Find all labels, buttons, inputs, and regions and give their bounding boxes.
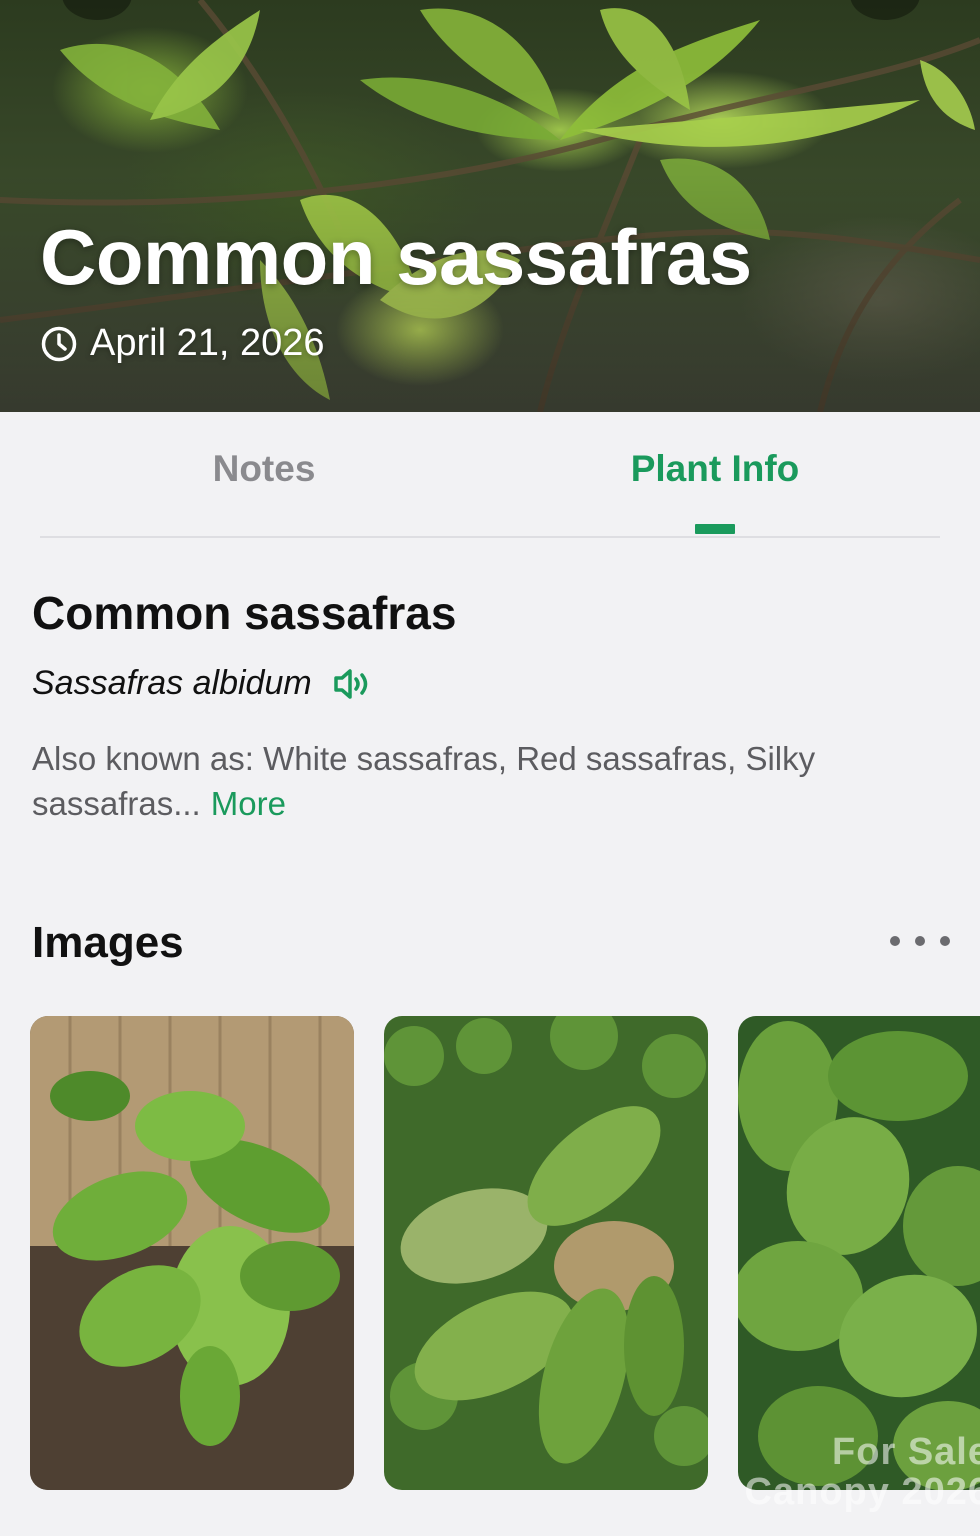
tab-notes[interactable]: Notes — [39, 448, 489, 490]
sassafras-branch-photo — [738, 1016, 980, 1490]
tab-bar: Notes Plant Info — [40, 412, 940, 538]
clock-icon — [41, 326, 77, 361]
scientific-name-row: Sassafras albidum — [32, 664, 372, 703]
plant-common-name: Common sassafras — [32, 587, 457, 639]
plant-image-thumbnail[interactable] — [384, 1016, 708, 1490]
more-link[interactable]: More — [211, 785, 286, 822]
plant-scientific-name: Sassafras albidum — [32, 664, 312, 702]
plant-image-thumbnail[interactable] — [738, 1016, 980, 1490]
more-horizontal-icon[interactable] — [890, 928, 950, 954]
hero-photo: Common sassafras April 21, 2026 — [0, 0, 980, 412]
also-known-as-text: Also known as: White sassafras, Red sass… — [32, 740, 816, 822]
speaker-icon[interactable] — [332, 667, 372, 701]
hero-date-text: April 21, 2026 — [90, 322, 325, 364]
hero-title: Common sassafras — [40, 213, 752, 301]
plant-image-thumbnail[interactable] — [30, 1016, 354, 1490]
sassafras-leaves-photo — [384, 1016, 708, 1490]
tab-plant-info[interactable]: Plant Info — [490, 448, 940, 490]
also-known-as: Also known as: White sassafras, Red sass… — [32, 736, 942, 826]
active-tab-indicator — [695, 524, 735, 534]
images-section-title: Images — [32, 918, 184, 967]
watermark: For Sale Canopy 2026 — [744, 1431, 980, 1513]
hero-date: April 21, 2026 — [40, 322, 325, 365]
sassafras-sapling-photo — [30, 1016, 354, 1490]
